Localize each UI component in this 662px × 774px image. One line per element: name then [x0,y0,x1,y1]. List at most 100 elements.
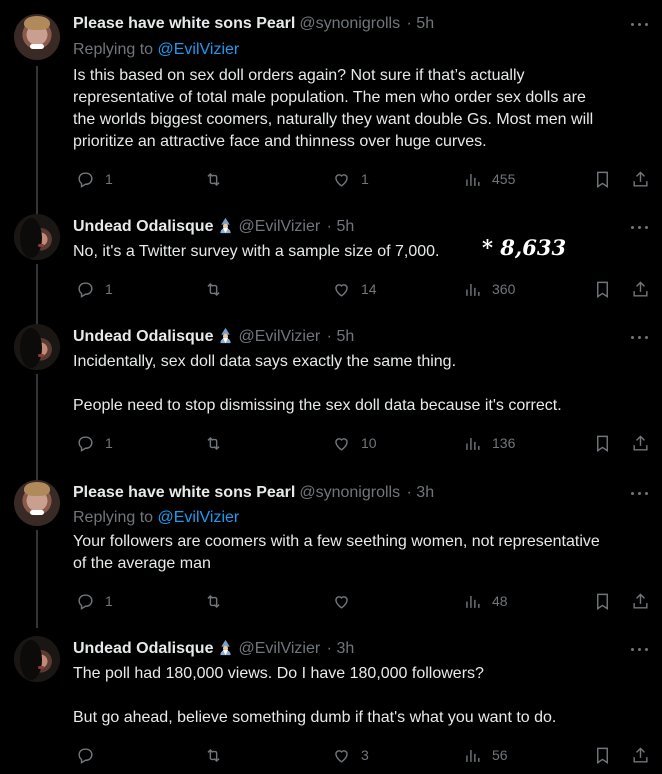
mage-emoji-icon [220,327,232,344]
like-count: 14 [361,281,377,297]
reply-bubble-icon [78,281,93,298]
tweet-actions: 1 10 136 [73,432,653,454]
repost-arrows-icon [207,282,220,296]
views-bar-chart-icon [466,283,480,296]
tweet[interactable]: Please have white sons Pearl @synonigroll… [0,0,662,200]
more-dots-icon[interactable] [630,327,650,347]
tweet[interactable]: Undead Odalisque @EvilVizier · 3h The pol… [0,622,662,774]
like-button[interactable] [332,590,361,612]
more-dots-icon[interactable] [630,639,650,659]
tweet-text: Is this based on sex doll orders again? … [73,65,653,153]
timestamp[interactable]: · 5h [327,218,355,235]
share-button[interactable] [631,432,650,454]
tweet[interactable]: Undead Odalisque @EvilVizier · 5h Inciden… [0,310,662,466]
display-name[interactable]: Undead Odalisque [73,218,213,235]
display-name[interactable]: Please have white sons Pearl [73,15,295,32]
reply-bubble-icon [78,171,93,188]
tweet[interactable]: Please have white sons Pearl @synonigroll… [0,466,662,622]
repost-button[interactable] [204,432,233,454]
user-handle[interactable]: @EvilVizier [238,328,320,345]
repost-button[interactable] [204,168,233,190]
tweet-actions: 1 48 [73,590,653,612]
reply-count: 1 [105,593,113,609]
user-handle[interactable]: @synonigrolls [299,484,400,501]
more-dots-icon[interactable] [630,14,650,34]
more-dots-icon[interactable] [630,483,650,503]
views-bar-chart-icon [466,749,480,762]
reply-button[interactable]: 1 [76,168,113,190]
tweet-text-line: But go ahead, believe something dumb if … [73,709,557,726]
reply-count: 1 [105,281,113,297]
reply-bubble-icon [78,593,93,610]
share-button[interactable] [631,168,650,190]
avatar[interactable] [14,480,60,526]
tweet-text-line: The poll had 180,000 views. Do I have 18… [73,665,484,682]
heart-icon [335,283,348,297]
tweet-header: Undead Odalisque @EvilVizier · 5h [73,217,354,237]
repost-arrows-icon [207,594,220,608]
timestamp[interactable]: · 5h [407,15,435,32]
bookmark-icon [597,593,608,610]
repost-button[interactable] [204,590,233,612]
heart-icon [335,437,348,451]
user-handle[interactable]: @EvilVizier [238,218,320,235]
bookmark-button[interactable] [593,278,612,300]
tweet-text-line: the worlds biggest coomers, naturally th… [73,111,594,128]
views-button[interactable]: 56 [463,744,508,766]
like-count: 10 [361,435,377,451]
tweet-text-line: representative of total male population.… [73,89,586,106]
timestamp[interactable]: · 3h [327,640,355,657]
views-bar-chart-icon [466,595,480,608]
repost-button[interactable] [204,278,233,300]
like-count: 3 [361,747,369,763]
views-button[interactable]: 136 [463,432,515,454]
avatar[interactable] [14,14,60,60]
share-upload-icon [633,280,648,297]
like-count: 1 [361,171,369,187]
bookmark-icon [597,281,608,298]
bookmark-icon [597,435,608,452]
reply-button[interactable]: 1 [76,590,113,612]
share-upload-icon [633,746,648,763]
bookmark-icon [597,747,608,764]
bookmark-button[interactable] [593,168,612,190]
avatar[interactable] [14,214,60,260]
reply-button[interactable] [76,744,105,766]
share-button[interactable] [631,590,650,612]
replying-to: Replying to @EvilVizier [73,508,239,528]
like-button[interactable]: 3 [332,744,369,766]
share-button[interactable] [631,744,650,766]
timestamp[interactable]: · 3h [407,484,435,501]
display-name[interactable]: Undead Odalisque [73,640,213,657]
user-handle[interactable]: @synonigrolls [299,15,400,32]
tweet-text-line: Your followers are coomers with a few se… [73,533,600,550]
bookmark-button[interactable] [593,590,612,612]
tweet[interactable]: Undead Odalisque @EvilVizier · 5h No, it'… [0,200,662,310]
replying-to-handle[interactable]: @EvilVizier [158,41,240,58]
tweet-text: The poll had 180,000 views. Do I have 18… [73,663,653,729]
views-button[interactable]: 455 [463,168,515,190]
bookmark-button[interactable] [593,744,612,766]
share-button[interactable] [631,278,650,300]
user-handle[interactable]: @EvilVizier [238,640,320,657]
like-button[interactable]: 14 [332,278,377,300]
views-button[interactable]: 48 [463,590,508,612]
repost-button[interactable] [204,744,233,766]
more-dots-icon[interactable] [630,217,650,237]
avatar[interactable] [14,324,60,370]
reply-button[interactable]: 1 [76,432,113,454]
replying-to-handle[interactable]: @EvilVizier [158,509,240,526]
display-name[interactable]: Please have white sons Pearl [73,484,295,501]
like-button[interactable]: 10 [332,432,377,454]
bookmark-button[interactable] [593,432,612,454]
reply-button[interactable]: 1 [76,278,113,300]
tweet-text: Incidentally, sex doll data says exactly… [73,351,653,417]
views-bar-chart-icon [466,437,480,450]
views-count: 360 [492,281,516,297]
like-button[interactable]: 1 [332,168,369,190]
timestamp[interactable]: · 5h [327,328,355,345]
views-button[interactable]: 360 [463,278,515,300]
avatar[interactable] [14,636,60,682]
bookmark-icon [597,171,608,188]
display-name[interactable]: Undead Odalisque [73,328,213,345]
